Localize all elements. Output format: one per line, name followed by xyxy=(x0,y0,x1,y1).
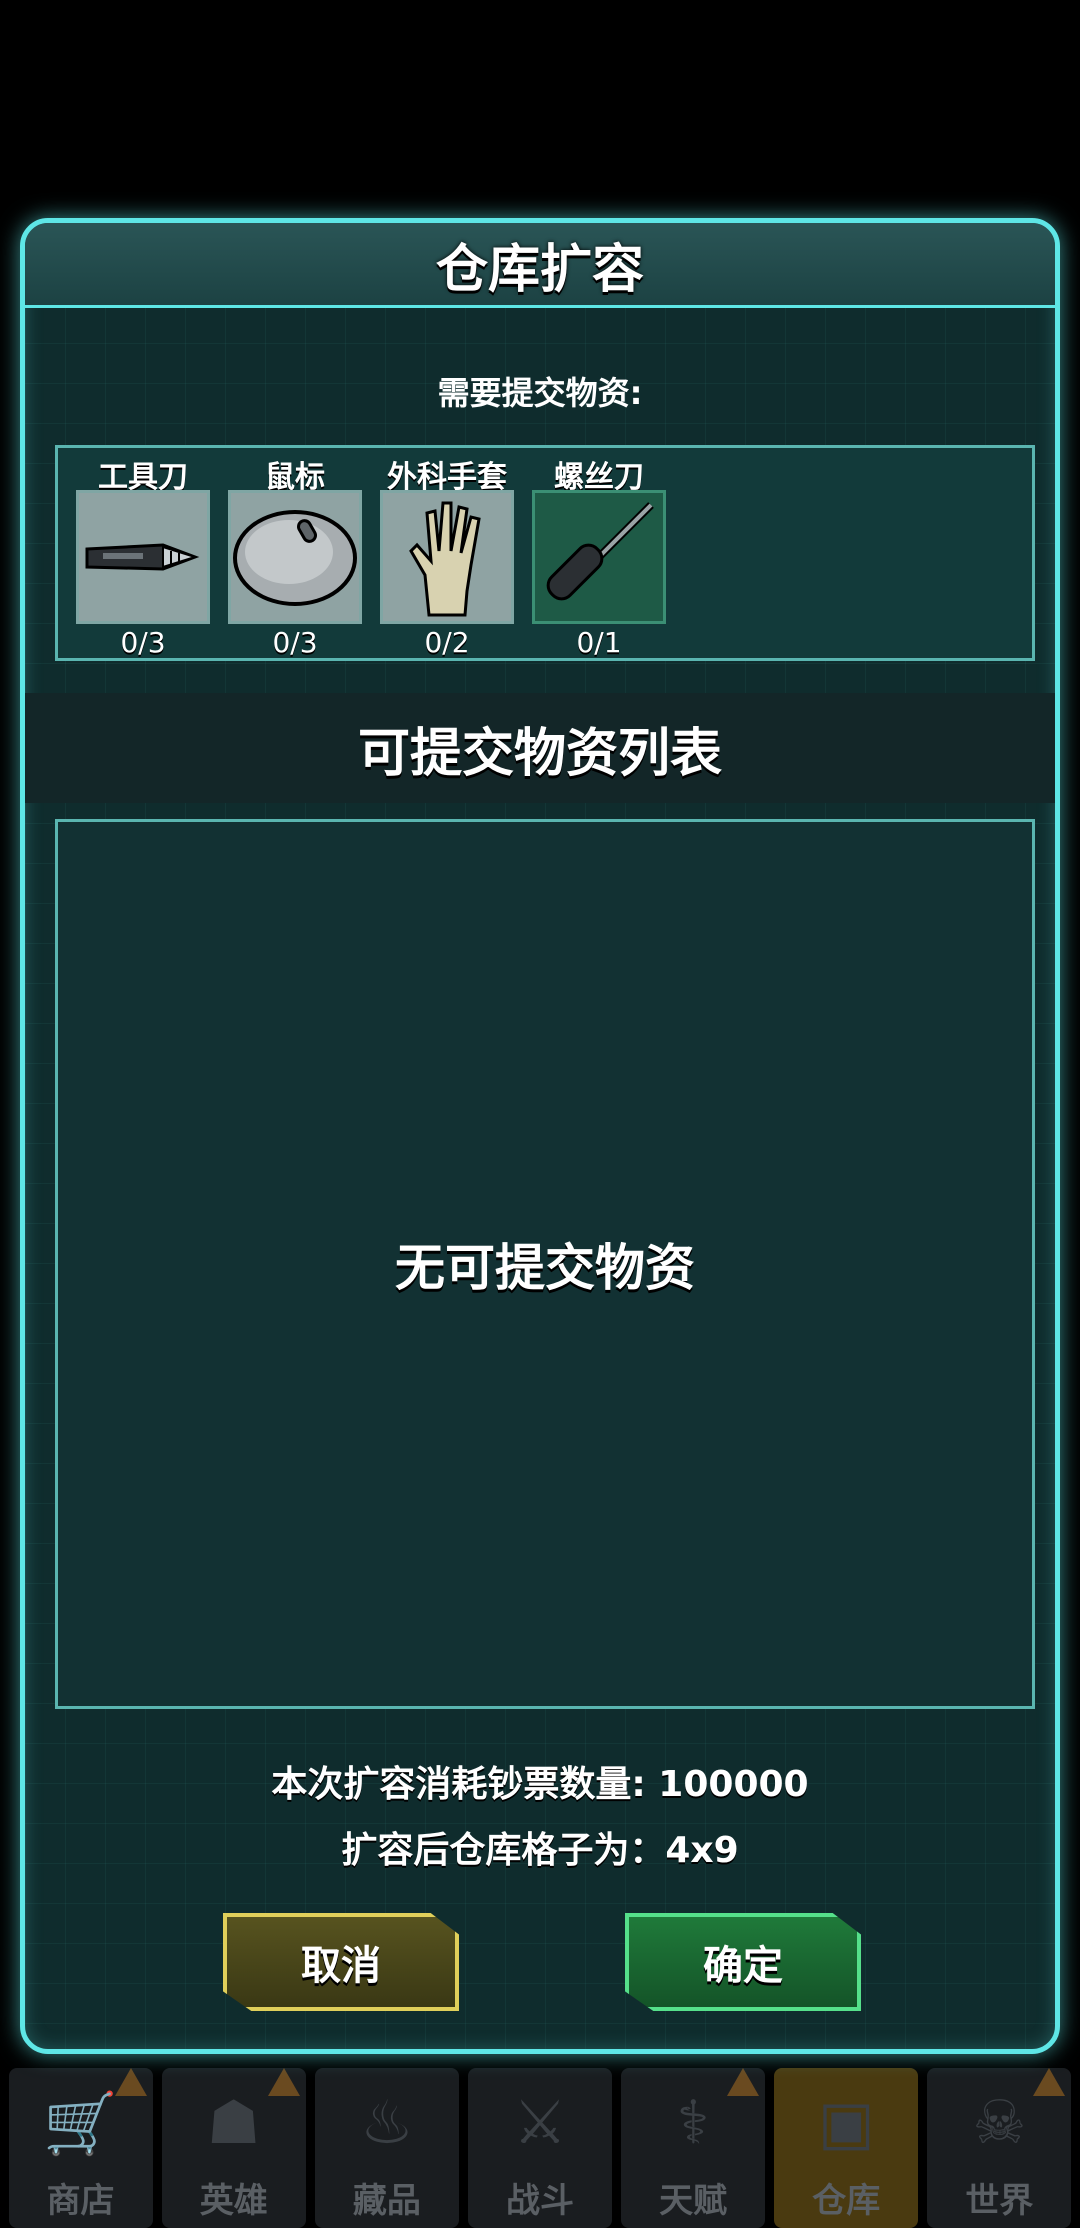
cart-icon: 🛒 xyxy=(43,2089,118,2159)
empty-state-text: 无可提交物资 xyxy=(395,1239,695,1297)
nav-hero[interactable]: ☗ 英雄 xyxy=(161,2068,306,2228)
required-item[interactable]: 鼠标 0/3 xyxy=(228,448,362,664)
warehouse-expand-dialog: 仓库扩容 需要提交物资: 工具刀 0/3 鼠标 0/3 外科手套 0/2 螺丝刀… xyxy=(20,218,1060,2054)
nav-shop[interactable]: 🛒 商店 xyxy=(8,2068,153,2228)
item-slot xyxy=(228,490,362,624)
warning-icon xyxy=(1033,2068,1066,2096)
grid-size-text: 扩容后仓库格子为：4x9 xyxy=(341,1830,739,1871)
require-label: 需要提交物资: xyxy=(437,374,643,412)
bottom-navigation: 🛒 商店 ☗ 英雄 ♨ 藏品 ⚔ 战斗 ⚕ 天赋 ▣ 仓库 ☠ 世界 xyxy=(0,2048,1080,2228)
screwdriver-icon xyxy=(546,502,654,601)
nav-world[interactable]: ☠ 世界 xyxy=(927,2068,1072,2228)
item-count: 0/3 xyxy=(272,626,318,659)
dna-icon: ⚕ xyxy=(676,2088,710,2158)
warning-icon xyxy=(114,2068,147,2096)
item-slot xyxy=(76,490,210,624)
item-count: 0/2 xyxy=(424,626,470,659)
dialog-title: 仓库扩容 xyxy=(435,239,644,300)
nav-warehouse[interactable]: ▣ 仓库 xyxy=(774,2068,919,2228)
crate-icon: ▣ xyxy=(817,2088,875,2158)
cancel-button[interactable]: 取消 xyxy=(223,1913,459,2011)
utility-knife-icon xyxy=(85,543,200,571)
dialog-header: 仓库扩容 xyxy=(25,223,1055,308)
list-title: 可提交物资列表 xyxy=(357,723,722,784)
required-item[interactable]: 工具刀 0/3 xyxy=(76,448,210,664)
warning-icon xyxy=(267,2068,300,2096)
nav-label: 天赋 xyxy=(659,2181,728,2221)
flame-icon: ♨ xyxy=(359,2088,414,2158)
computer-mouse-icon xyxy=(233,510,357,606)
nav-label: 仓库 xyxy=(812,2181,881,2221)
required-item[interactable]: 外科手套 0/2 xyxy=(380,448,514,664)
rifle-icon: ⚔ xyxy=(513,2088,567,2158)
nav-label: 藏品 xyxy=(352,2181,421,2221)
required-item[interactable]: 螺丝刀 0/1 xyxy=(532,448,666,664)
surgical-glove-icon xyxy=(409,501,481,617)
warning-icon xyxy=(727,2068,760,2096)
cost-text: 本次扩容消耗钞票数量: 100000 xyxy=(271,1764,809,1805)
nav-label: 商店 xyxy=(46,2181,115,2221)
nav-label: 世界 xyxy=(965,2181,1034,2221)
item-count: 0/1 xyxy=(576,626,622,659)
confirm-button[interactable]: 确定 xyxy=(625,1913,861,2011)
submittable-items-list: 无可提交物资 xyxy=(55,819,1035,1709)
required-items-panel: 工具刀 0/3 鼠标 0/3 外科手套 0/2 螺丝刀 0/1 xyxy=(55,445,1035,661)
wolf-icon: ☠ xyxy=(972,2088,1027,2158)
nav-battle[interactable]: ⚔ 战斗 xyxy=(467,2068,612,2228)
nav-label: 英雄 xyxy=(199,2181,268,2221)
nav-collection[interactable]: ♨ 藏品 xyxy=(314,2068,459,2228)
item-slot xyxy=(532,490,666,624)
hero-icon: ☗ xyxy=(206,2088,261,2158)
item-count: 0/3 xyxy=(120,626,166,659)
item-slot xyxy=(380,490,514,624)
list-title-bar: 可提交物资列表 xyxy=(25,693,1055,803)
nav-label: 战斗 xyxy=(505,2181,574,2221)
nav-talent[interactable]: ⚕ 天赋 xyxy=(621,2068,766,2228)
